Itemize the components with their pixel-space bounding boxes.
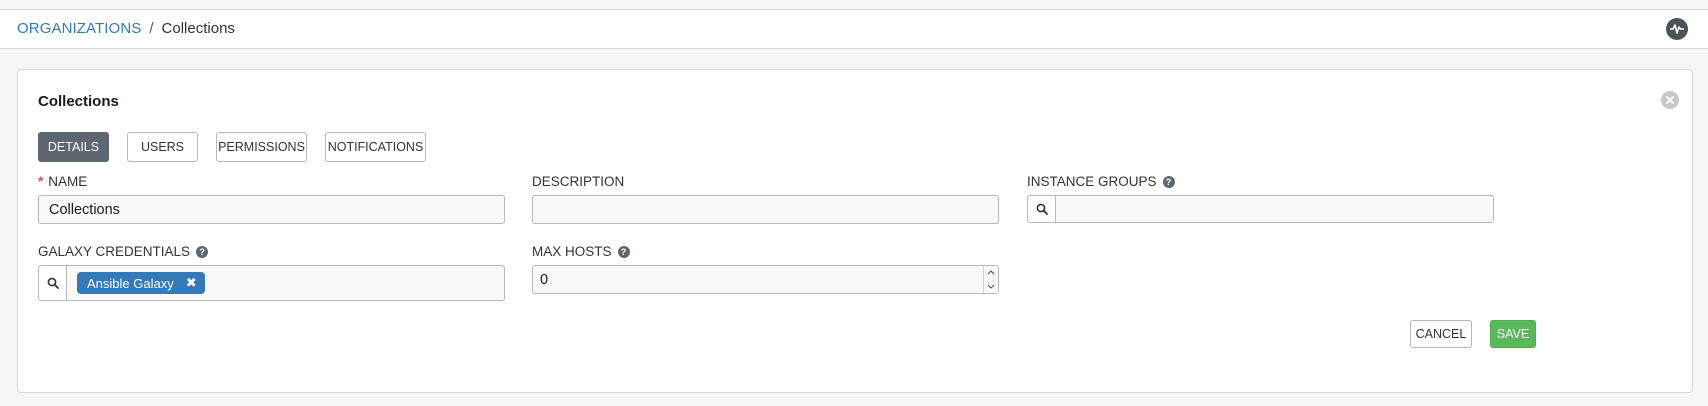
required-marker: * bbox=[38, 174, 44, 189]
instance-groups-label-text: INSTANCE GROUPS bbox=[1027, 174, 1157, 189]
breadcrumb-separator: / bbox=[149, 20, 154, 37]
instance-groups-search-button[interactable] bbox=[1028, 196, 1056, 222]
description-input[interactable] bbox=[532, 195, 999, 224]
question-circle-icon[interactable]: ? bbox=[617, 245, 630, 258]
max-hosts-spinner[interactable] bbox=[983, 266, 998, 293]
instance-groups-field[interactable] bbox=[1056, 196, 1493, 222]
galaxy-credentials-label: GALAXY CREDENTIALS ? bbox=[38, 244, 209, 259]
galaxy-credentials-label-text: GALAXY CREDENTIALS bbox=[38, 244, 191, 259]
activity-stream-icon[interactable] bbox=[1666, 18, 1688, 40]
instance-groups-lookup[interactable] bbox=[1027, 195, 1494, 223]
galaxy-credentials-lookup[interactable]: Ansible Galaxy ✖ bbox=[38, 265, 505, 301]
chevron-up-icon[interactable] bbox=[984, 266, 998, 280]
credential-chip: Ansible Galaxy ✖ bbox=[77, 272, 205, 294]
top-bar: ORGANIZATIONS / Collections bbox=[0, 9, 1708, 49]
chevron-down-icon[interactable] bbox=[984, 280, 998, 294]
description-label: DESCRIPTION bbox=[532, 174, 624, 189]
search-icon bbox=[47, 277, 59, 289]
tab-users[interactable]: USERS bbox=[127, 132, 198, 162]
name-input[interactable] bbox=[38, 195, 505, 224]
search-icon bbox=[1036, 203, 1048, 215]
name-label-text: NAME bbox=[48, 174, 88, 189]
organization-form-panel: Collections DETAILS USERS PERMISSIONS NO… bbox=[17, 69, 1693, 393]
question-circle-icon[interactable]: ? bbox=[1162, 175, 1175, 188]
breadcrumb: ORGANIZATIONS / Collections bbox=[17, 20, 235, 37]
close-icon[interactable] bbox=[1661, 91, 1679, 109]
tab-notifications[interactable]: NOTIFICATIONS bbox=[325, 132, 426, 162]
panel-title: Collections bbox=[38, 93, 119, 110]
description-label-text: DESCRIPTION bbox=[532, 174, 625, 189]
remove-chip-icon[interactable]: ✖ bbox=[186, 275, 197, 291]
max-hosts-input[interactable]: 0 bbox=[532, 265, 999, 294]
tab-details[interactable]: DETAILS bbox=[38, 132, 109, 162]
name-label: * NAME bbox=[38, 174, 87, 189]
question-circle-icon[interactable]: ? bbox=[196, 245, 209, 258]
max-hosts-value[interactable]: 0 bbox=[533, 272, 983, 288]
galaxy-credentials-field[interactable]: Ansible Galaxy ✖ bbox=[67, 266, 504, 300]
credential-chip-label: Ansible Galaxy bbox=[87, 275, 174, 291]
breadcrumb-organizations-link[interactable]: ORGANIZATIONS bbox=[17, 20, 141, 37]
cancel-button[interactable]: CANCEL bbox=[1410, 320, 1472, 348]
breadcrumb-current: Collections bbox=[161, 20, 235, 37]
save-button[interactable]: SAVE bbox=[1490, 320, 1536, 348]
instance-groups-label: INSTANCE GROUPS ? bbox=[1027, 174, 1175, 189]
galaxy-credentials-search-button[interactable] bbox=[39, 266, 67, 300]
max-hosts-label-text: MAX HOSTS bbox=[532, 244, 612, 259]
max-hosts-label: MAX HOSTS ? bbox=[532, 244, 630, 259]
tab-permissions[interactable]: PERMISSIONS bbox=[216, 132, 307, 162]
